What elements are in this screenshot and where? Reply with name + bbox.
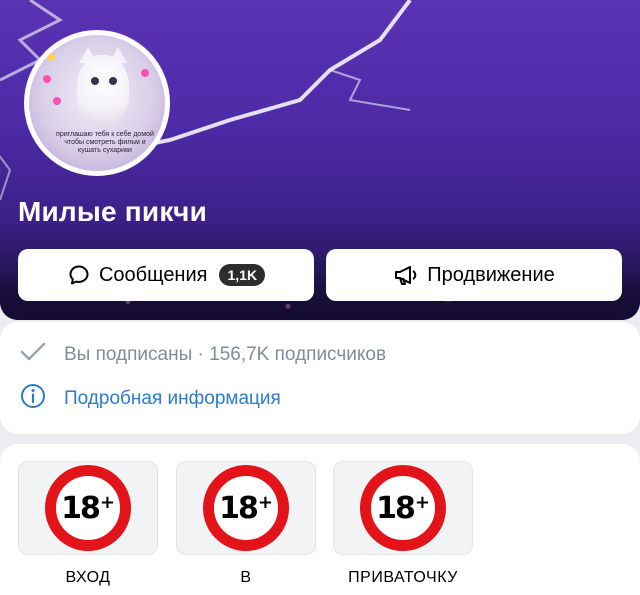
heart-decoration xyxy=(141,69,149,77)
album-label: В xyxy=(240,569,252,586)
age-plus: + xyxy=(414,491,430,513)
messages-label: Сообщения xyxy=(98,263,208,286)
age-plus: + xyxy=(99,491,115,513)
album-cover[interactable]: 18 + xyxy=(176,461,316,555)
age-18-sign-icon: 18 + xyxy=(203,465,289,551)
community-avatar[interactable]: приглашаю тебя к себе домой чтобы смотре… xyxy=(24,30,170,176)
heart-decoration xyxy=(43,75,51,83)
heart-decoration xyxy=(53,97,61,105)
subscription-row[interactable]: Вы подписаны · 156,7K подписчиков xyxy=(20,342,386,368)
album-label: ПРИВАТОЧКУ xyxy=(348,569,458,586)
avatar-caption: приглашаю тебя к себе домой чтобы смотре… xyxy=(56,131,154,154)
details-link[interactable]: Подробная информация xyxy=(64,388,281,410)
promotion-button[interactable]: Продвижение xyxy=(326,249,622,301)
album-gallery: 18 + ВХОД 18 + В 18 + ПРИВАТОЧКУ xyxy=(0,444,640,595)
album-cover[interactable]: 18 + xyxy=(18,461,158,555)
checkmark-icon xyxy=(20,342,46,368)
chat-bubble-icon xyxy=(67,263,91,287)
age-number: 18 xyxy=(376,490,416,526)
age-number: 18 xyxy=(219,490,259,526)
kitten-eye-right xyxy=(109,77,117,85)
messages-count-badge: 1,1K xyxy=(219,264,266,286)
subscription-status: Вы подписаны · 156,7K подписчиков xyxy=(64,344,387,365)
megaphone-icon xyxy=(393,263,419,287)
kitten-image xyxy=(77,55,129,125)
community-name: Милые пикчи xyxy=(18,196,208,227)
kitten-eye-left xyxy=(91,77,99,85)
album-tile[interactable]: 18 + В xyxy=(176,461,316,587)
album-tile[interactable]: 18 + ПРИВАТОЧКУ xyxy=(333,461,473,587)
album-tile[interactable]: 18 + ВХОД xyxy=(18,461,158,587)
album-cover[interactable]: 18 + xyxy=(333,461,473,555)
age-18-sign-icon: 18 + xyxy=(360,465,446,551)
details-row[interactable]: Подробная информация xyxy=(20,383,281,415)
age-18-sign-icon: 18 + xyxy=(45,465,131,551)
community-info-panel: Вы подписаны · 156,7K подписчиков Подроб… xyxy=(0,322,640,434)
messages-button[interactable]: Сообщения 1,1K xyxy=(18,249,314,301)
info-circle-icon xyxy=(20,383,46,415)
age-number: 18 xyxy=(61,490,101,526)
age-plus: + xyxy=(257,491,273,513)
promotion-label: Продвижение xyxy=(427,263,555,286)
album-label: ВХОД xyxy=(65,569,111,586)
heart-decoration xyxy=(47,53,55,61)
